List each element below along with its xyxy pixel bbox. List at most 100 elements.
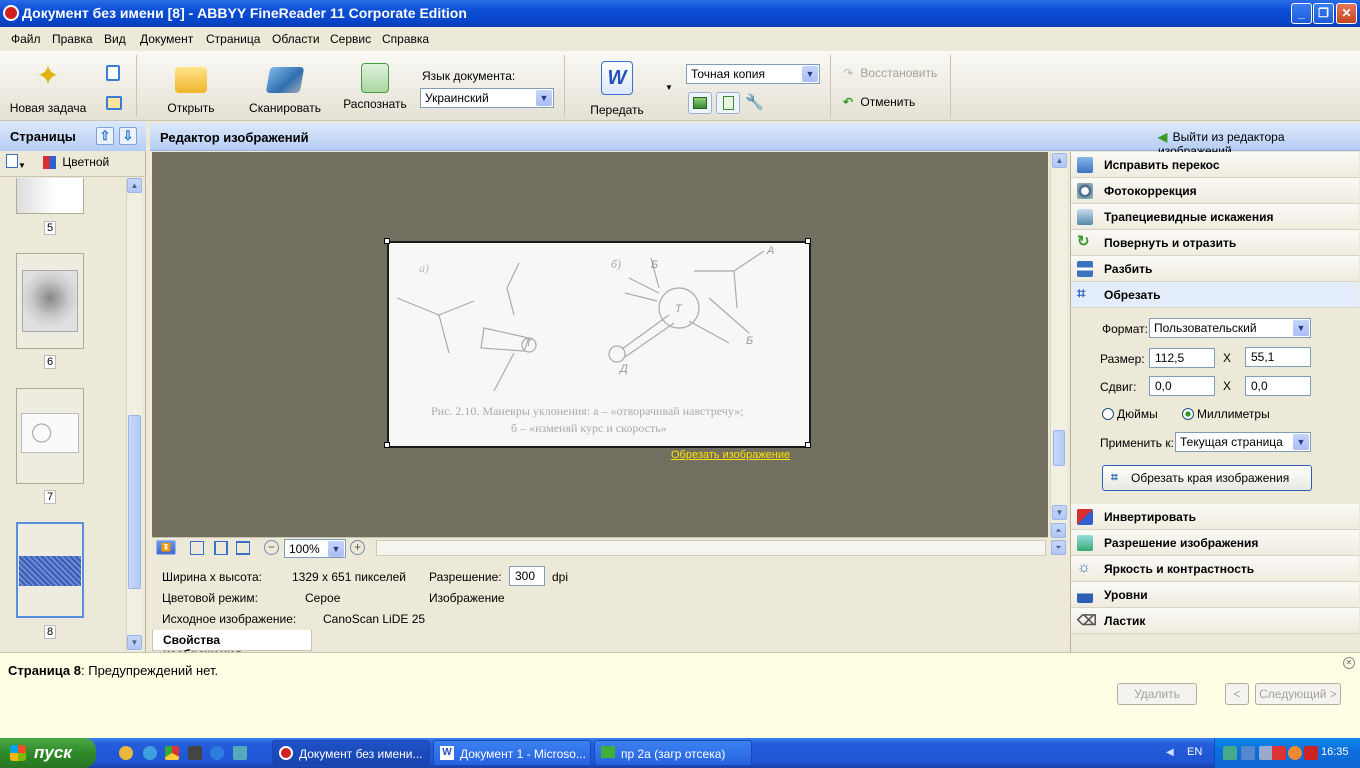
millimeters-radio[interactable] xyxy=(1182,408,1194,420)
tray-icon[interactable] xyxy=(1259,746,1273,760)
color-mode-button[interactable]: Цветной xyxy=(43,155,109,170)
invert-item[interactable]: Инвертировать xyxy=(1071,504,1359,530)
scanned-image[interactable]: а) б) Б А Б Т Т Д Рис. 2.10. Маневры укл… xyxy=(384,238,811,448)
menu-view[interactable]: Вид xyxy=(104,32,126,46)
close-icon[interactable]: ✕ xyxy=(1343,657,1355,669)
apply-to-select[interactable]: Текущая страница ▼ xyxy=(1175,432,1311,452)
fit-width-icon[interactable] xyxy=(214,541,228,555)
crop-handle[interactable] xyxy=(384,238,390,244)
resolution-input[interactable]: 300 xyxy=(509,566,545,586)
scan-button[interactable]: Сканировать xyxy=(246,63,324,115)
page-thumbnail-5[interactable] xyxy=(16,178,84,214)
crop-width-input[interactable]: 112,5 xyxy=(1149,348,1215,368)
language-indicator[interactable]: EN xyxy=(1187,746,1202,758)
chrome-icon[interactable] xyxy=(165,746,179,760)
scroll-down-icon[interactable]: ▼ xyxy=(1052,505,1067,520)
page-thumbnail-8[interactable] xyxy=(16,522,84,618)
pages-scrollbar[interactable]: ▲ ▼ xyxy=(126,178,142,651)
crop-height-input[interactable]: 55,1 xyxy=(1245,347,1311,367)
crop-handle[interactable] xyxy=(384,442,390,448)
rotate-item[interactable]: ↻ Повернуть и отразить xyxy=(1071,230,1359,256)
wrench-icon[interactable]: 🔧 xyxy=(745,93,764,111)
start-button[interactable]: пуск xyxy=(0,738,96,768)
delete-button[interactable]: Удалить xyxy=(1117,683,1197,705)
page-up-icon[interactable]: ⇧ xyxy=(96,127,114,145)
crop-item[interactable]: ⌗ Обрезать xyxy=(1071,282,1359,308)
tray-icon[interactable] xyxy=(1223,746,1237,760)
next-button[interactable]: Следующий > xyxy=(1255,683,1341,705)
network-icon[interactable] xyxy=(1241,746,1255,760)
shift-y-input[interactable]: 0,0 xyxy=(1245,376,1311,396)
page-thumbnail-7[interactable] xyxy=(16,388,84,484)
send-dropdown-icon[interactable]: ▼ xyxy=(665,83,673,92)
ie-icon[interactable] xyxy=(210,746,224,760)
menu-page[interactable]: Страница xyxy=(206,32,260,46)
trapezoid-item[interactable]: Трапециевидные искажения xyxy=(1071,204,1359,230)
minimize-button[interactable]: _ xyxy=(1291,3,1312,24)
scroll-up-icon[interactable]: ▲ xyxy=(127,178,142,193)
split-item[interactable]: Разбить xyxy=(1071,256,1359,282)
fit-height-icon[interactable] xyxy=(236,541,250,555)
task-finereader[interactable]: Документ без имени... xyxy=(272,740,430,766)
tab-image-properties[interactable]: Свойства изображения xyxy=(152,630,312,661)
scroll-up-icon[interactable]: ▲ xyxy=(1052,153,1067,168)
tray-icon[interactable] xyxy=(1272,746,1286,760)
page-thumbnail-6[interactable] xyxy=(16,253,84,349)
chevron-left-icon[interactable]: ◀ xyxy=(1166,747,1174,758)
scroll-thumb[interactable] xyxy=(128,415,141,589)
zoom-in-icon[interactable]: + xyxy=(350,540,365,555)
eraser-item[interactable]: ⌫ Ластик xyxy=(1071,608,1359,634)
crop-edges-button[interactable]: ⌗ Обрезать края изображения xyxy=(1102,465,1312,491)
menu-tools[interactable]: Сервис xyxy=(330,32,371,46)
previous-button[interactable]: < xyxy=(1225,683,1249,705)
cancel-button[interactable]: ↶ Отменить xyxy=(843,95,915,109)
desktop-icon[interactable] xyxy=(233,746,247,760)
menu-edit[interactable]: Правка xyxy=(52,32,93,46)
quicklaunch-icon[interactable] xyxy=(119,746,133,760)
shift-x-input[interactable]: 0,0 xyxy=(1149,376,1215,396)
task-folder[interactable]: пр 2а (загр отсека) xyxy=(594,740,752,766)
photo-correction-item[interactable]: Фотокоррекция xyxy=(1071,178,1359,204)
quicklaunch-icon[interactable] xyxy=(188,746,202,760)
task-word[interactable]: W Документ 1 - Microso... xyxy=(433,740,591,766)
app-logo-icon[interactable] xyxy=(3,5,19,21)
levels-item[interactable]: Уровни xyxy=(1071,582,1359,608)
format-select[interactable]: Точная копия ▼ xyxy=(686,64,820,84)
clock[interactable]: 16:35 xyxy=(1321,746,1349,758)
menu-areas[interactable]: Области xyxy=(272,32,320,46)
fit-page-icon[interactable] xyxy=(190,541,204,555)
menu-file[interactable]: Файл xyxy=(11,32,41,46)
image-mode-button[interactable] xyxy=(688,92,712,114)
send-button[interactable]: W Передать xyxy=(582,61,652,117)
crop-handle[interactable] xyxy=(805,238,811,244)
scroll-down-icon[interactable]: ▼ xyxy=(127,635,142,650)
maximize-button[interactable]: ❐ xyxy=(1313,3,1334,24)
text-mode-button[interactable] xyxy=(716,92,740,114)
menu-help[interactable]: Справка xyxy=(382,32,429,46)
new-task-button[interactable]: ✦ Новая задача xyxy=(8,59,88,115)
collapse-panel-icon[interactable]: ⏬ xyxy=(156,540,176,555)
brightness-item[interactable]: ☼ Яркость и контрастность xyxy=(1071,556,1359,582)
new-document-icon[interactable] xyxy=(106,65,120,81)
open-button[interactable]: Открыть xyxy=(160,63,222,115)
canvas-scrollbar[interactable]: ▲ ▼ xyxy=(1050,152,1067,537)
recognize-button[interactable]: Распознать xyxy=(340,63,410,111)
page-down-icon[interactable]: ⇩ xyxy=(119,127,137,145)
scroll-top-icon[interactable]: ⏶ xyxy=(1051,523,1066,538)
scroll-thumb[interactable] xyxy=(1053,430,1065,466)
zoom-out-icon[interactable]: − xyxy=(264,540,279,555)
horizontal-scrollbar[interactable] xyxy=(376,540,1046,556)
deskew-item[interactable]: Исправить перекос xyxy=(1071,152,1359,178)
copy-icon[interactable] xyxy=(106,96,122,110)
inches-radio[interactable] xyxy=(1102,408,1114,420)
crop-handle[interactable] xyxy=(805,442,811,448)
crop-format-select[interactable]: Пользовательский ▼ xyxy=(1149,318,1311,338)
restore-button[interactable]: ↷ Восстановить xyxy=(843,66,937,80)
resolution-item[interactable]: Разрешение изображения xyxy=(1071,530,1359,556)
tray-icon[interactable] xyxy=(1288,746,1302,760)
view-mode-button[interactable]: ▼ xyxy=(6,154,32,172)
close-button[interactable]: ✕ xyxy=(1336,3,1357,24)
quicklaunch-icon[interactable] xyxy=(143,746,157,760)
scroll-bottom-icon[interactable]: ⏷ xyxy=(1051,540,1066,555)
menu-document[interactable]: Документ xyxy=(140,32,193,46)
